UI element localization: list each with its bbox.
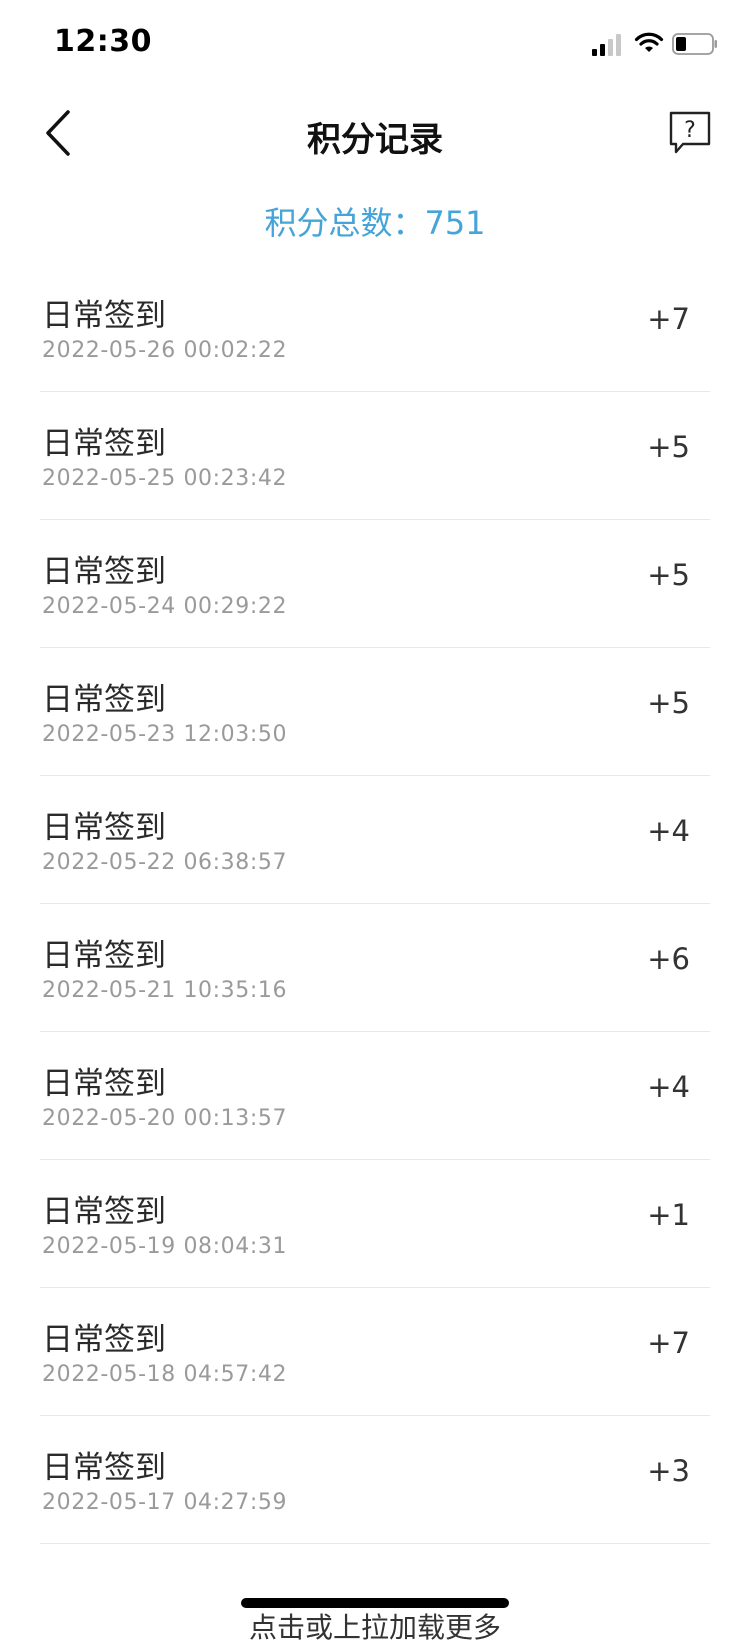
record-title: 日常签到: [42, 298, 166, 334]
record-list: 日常签到 2022-05-26 00:02:22 +7 日常签到 2022-05…: [40, 264, 710, 1544]
list-item: 日常签到 2022-05-19 08:04:31 +1: [40, 1160, 710, 1288]
total-points: 积分总数：751: [264, 204, 486, 242]
home-indicator[interactable]: [241, 1598, 509, 1608]
record-time: 2022-05-17 04:27:59: [42, 1490, 288, 1515]
record-points: +7: [647, 302, 690, 336]
record-points: +1: [647, 1198, 690, 1232]
status-time: 12:30: [54, 24, 152, 59]
record-time: 2022-05-21 10:35:16: [42, 978, 288, 1003]
record-points: +7: [647, 1326, 690, 1360]
record-title: 日常签到: [42, 1066, 166, 1102]
record-points: +3: [647, 1454, 690, 1488]
list-item: 日常签到 2022-05-18 04:57:42 +7: [40, 1288, 710, 1416]
record-points: +4: [647, 814, 690, 848]
list-item: 日常签到 2022-05-17 04:27:59 +3: [40, 1416, 710, 1544]
record-points: +4: [647, 1070, 690, 1104]
list-item: 日常签到 2022-05-23 12:03:50 +5: [40, 648, 710, 776]
list-item: 日常签到 2022-05-24 00:29:22 +5: [40, 520, 710, 648]
list-item: 日常签到 2022-05-22 06:38:57 +4: [40, 776, 710, 904]
help-symbol: ?: [684, 118, 696, 143]
wifi-icon: [634, 32, 664, 52]
record-time: 2022-05-26 00:02:22: [42, 338, 288, 363]
navigation-bar: 积分记录 ?: [0, 88, 750, 176]
record-time: 2022-05-24 00:29:22: [42, 594, 288, 619]
battery-icon: [672, 33, 717, 55]
record-points: +6: [647, 942, 690, 976]
list-item: 日常签到 2022-05-26 00:02:22 +7: [40, 264, 710, 392]
record-time: 2022-05-22 06:38:57: [42, 850, 288, 875]
record-time: 2022-05-19 08:04:31: [42, 1234, 288, 1259]
list-item: 日常签到 2022-05-21 10:35:16 +6: [40, 904, 710, 1032]
record-title: 日常签到: [42, 682, 166, 718]
record-title: 日常签到: [42, 554, 166, 590]
record-title: 日常签到: [42, 810, 166, 846]
record-title: 日常签到: [42, 1194, 166, 1230]
signal-icon: [592, 34, 621, 56]
record-points: +5: [647, 558, 690, 592]
status-bar: 12:30: [0, 0, 750, 88]
record-time: 2022-05-18 04:57:42: [42, 1362, 288, 1387]
record-title: 日常签到: [42, 1322, 166, 1358]
load-more-button[interactable]: 点击或上拉加载更多: [0, 1606, 750, 1646]
list-item: 日常签到 2022-05-25 00:23:42 +5: [40, 392, 710, 520]
record-time: 2022-05-25 00:23:42: [42, 466, 288, 491]
record-points: +5: [647, 686, 690, 720]
record-points: +5: [647, 430, 690, 464]
record-title: 日常签到: [42, 1450, 166, 1486]
help-icon[interactable]: ?: [668, 110, 712, 156]
record-time: 2022-05-20 00:13:57: [42, 1106, 288, 1131]
record-title: 日常签到: [42, 938, 166, 974]
list-item: 日常签到 2022-05-20 00:13:57 +4: [40, 1032, 710, 1160]
page-title: 积分记录: [307, 120, 443, 160]
record-title: 日常签到: [42, 426, 166, 462]
record-time: 2022-05-23 12:03:50: [42, 722, 288, 747]
